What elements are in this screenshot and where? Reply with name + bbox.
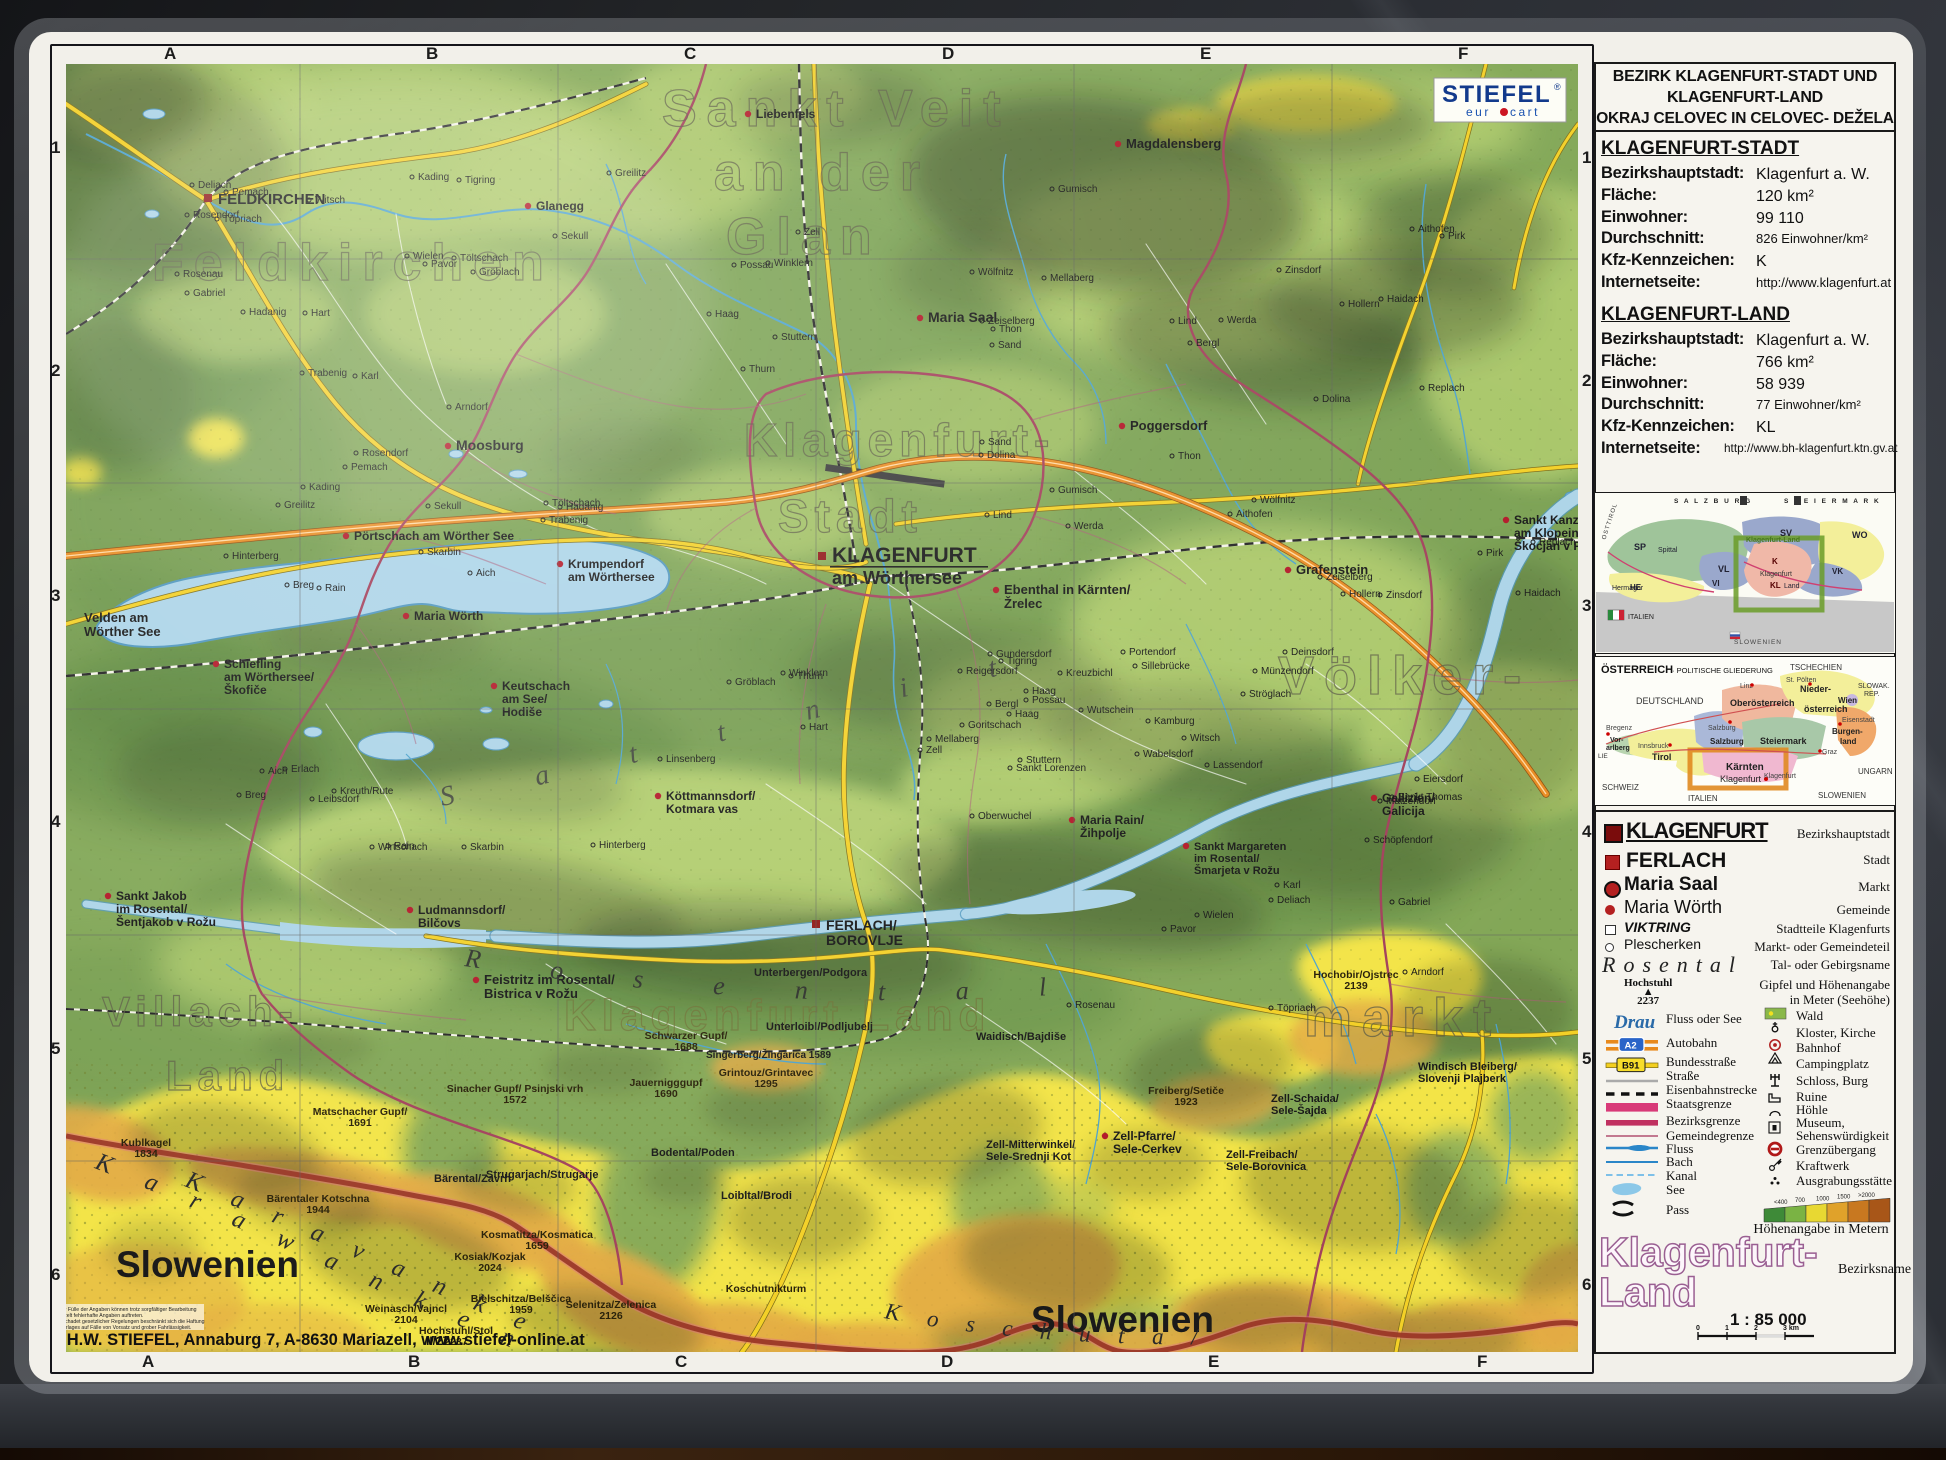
svg-text:Eisenstadt: Eisenstadt — [1842, 717, 1875, 724]
svg-text:Vor-: Vor- — [1610, 737, 1624, 744]
svg-text:DEUTSCHLAND: DEUTSCHLAND — [1636, 696, 1704, 706]
svg-text:Burgen-: Burgen- — [1832, 727, 1863, 736]
svg-text:Tirol: Tirol — [1652, 752, 1671, 762]
svg-text:Spittal: Spittal — [1658, 547, 1678, 554]
svg-text:B91: B91 — [1622, 1061, 1640, 1072]
svg-text:· POLITISCHE GLIEDERUNG: · POLITISCHE GLIEDERUNG — [1672, 666, 1773, 675]
svg-text:A2: A2 — [1625, 1041, 1637, 1052]
svg-text:LIE: LIE — [1598, 753, 1608, 760]
svg-text:KL: KL — [1770, 581, 1781, 590]
svg-text:österreich: österreich — [1804, 704, 1848, 714]
svg-text:© H.W. STIEFEL, Annaburg 7, A-: © H.W. STIEFEL, Annaburg 7, A-8630 Maria… — [66, 1331, 585, 1349]
svg-text:ITALIEN: ITALIEN — [1688, 794, 1718, 803]
svg-text:STIEFEL: STIEFEL — [1442, 81, 1551, 108]
svg-text:WO: WO — [1852, 530, 1868, 540]
svg-text:Graz: Graz — [1822, 749, 1838, 756]
svg-text:0: 0 — [1696, 1325, 1700, 1332]
svg-text:Land: Land — [1599, 1269, 1697, 1314]
svg-text:Bregenz: Bregenz — [1606, 725, 1633, 732]
svg-text:arlberg: arlberg — [1606, 745, 1630, 752]
svg-text:II/27: II/27 — [426, 1334, 450, 1348]
svg-text:Steiermark: Steiermark — [1760, 736, 1808, 746]
svg-text:SLOWAK.: SLOWAK. — [1858, 683, 1890, 690]
svg-text:1500: 1500 — [1837, 1195, 1851, 1201]
svg-text:2: 2 — [1754, 1325, 1758, 1332]
svg-text:VK: VK — [1832, 567, 1843, 576]
svg-text:Klagenfurt: Klagenfurt — [1764, 773, 1796, 780]
svg-text:®: ® — [1554, 82, 1561, 92]
svg-text:Hermagor: Hermagor — [1612, 585, 1644, 592]
svg-text:cart: cart — [1510, 105, 1540, 119]
svg-text:Kärnten: Kärnten — [1726, 762, 1764, 773]
svg-text:VI: VI — [1712, 579, 1720, 588]
svg-text:Innsbruck: Innsbruck — [1638, 743, 1669, 750]
svg-text:SLOWENIEN: SLOWENIEN — [1818, 791, 1866, 800]
svg-text:Drau: Drau — [1613, 1012, 1655, 1033]
svg-text:Land: Land — [1784, 583, 1800, 590]
svg-text:UNGARN: UNGARN — [1858, 767, 1893, 776]
svg-text:>2000: >2000 — [1858, 1193, 1876, 1199]
svg-text:700: 700 — [1795, 1198, 1806, 1204]
svg-text:REP.: REP. — [1864, 691, 1879, 698]
svg-text:SLOWENIEN: SLOWENIEN — [1734, 639, 1782, 646]
svg-text:VL: VL — [1718, 564, 1730, 574]
svg-text:1: 1 — [1725, 1325, 1729, 1332]
svg-text:1000: 1000 — [1816, 1196, 1830, 1202]
svg-text:eur: eur — [1466, 105, 1491, 119]
svg-text:land: land — [1840, 737, 1857, 746]
svg-text:ÖSTERREICH: ÖSTERREICH — [1601, 663, 1673, 676]
svg-text:Wien: Wien — [1838, 696, 1857, 705]
svg-text:SCHWEIZ: SCHWEIZ — [1602, 783, 1639, 792]
svg-text:Salzburg: Salzburg — [1710, 737, 1744, 746]
svg-text:St. Pölten: St. Pölten — [1786, 677, 1816, 684]
svg-text:Klagenfurt-Land: Klagenfurt-Land — [1746, 537, 1800, 544]
svg-text:Nieder-: Nieder- — [1800, 684, 1831, 694]
svg-text:K: K — [1772, 557, 1778, 566]
svg-text:Salzburg: Salzburg — [1708, 725, 1736, 732]
svg-text:SP: SP — [1634, 542, 1646, 552]
svg-text:<400: <400 — [1774, 1200, 1788, 1206]
svg-text:Klagenfurt: Klagenfurt — [1720, 774, 1762, 784]
svg-text:3 km: 3 km — [1783, 1325, 1799, 1332]
svg-text:TSCHECHIEN: TSCHECHIEN — [1790, 663, 1842, 672]
svg-text:Klagenfurt: Klagenfurt — [1760, 571, 1792, 578]
svg-text:ITALIEN: ITALIEN — [1628, 614, 1654, 621]
svg-text:Oberösterreich: Oberösterreich — [1730, 698, 1795, 708]
